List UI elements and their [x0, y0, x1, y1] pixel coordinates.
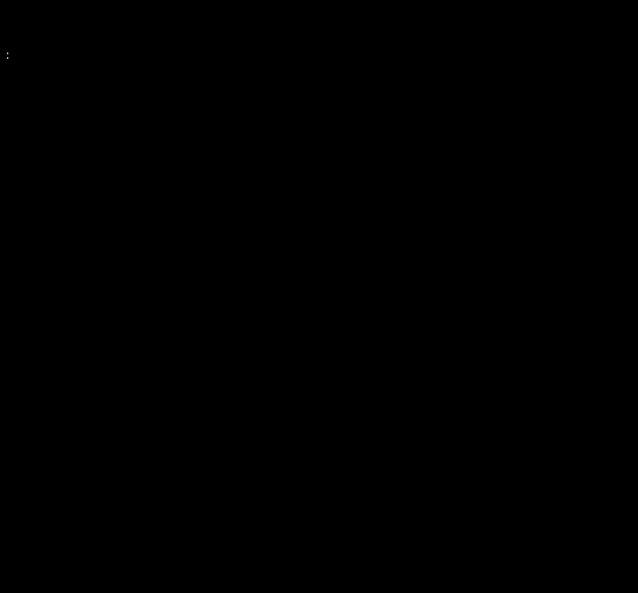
terminal-output: : [4, 49, 18, 63]
